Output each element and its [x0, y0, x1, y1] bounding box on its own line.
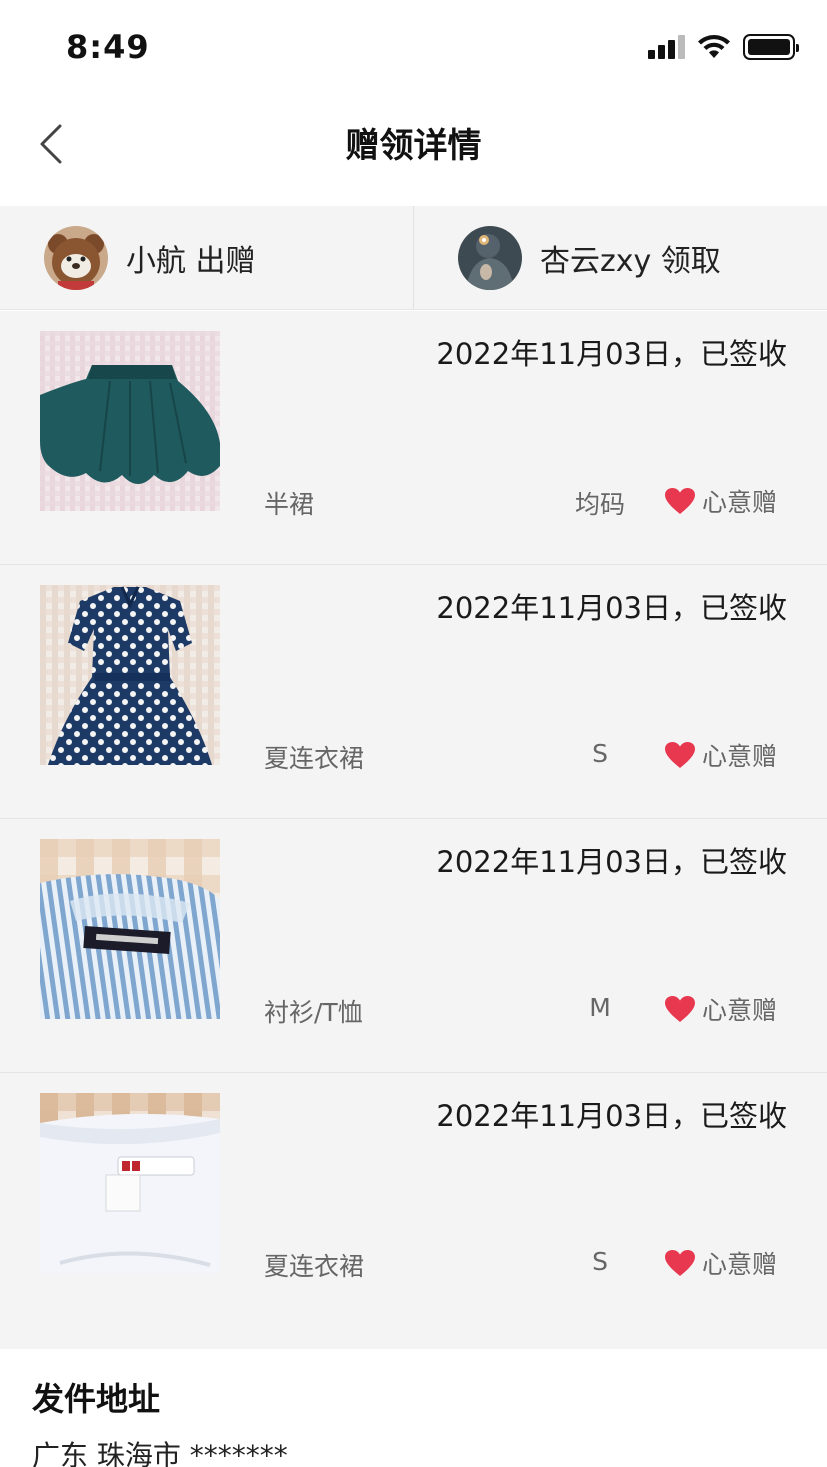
heart-icon	[665, 488, 695, 514]
gift-item[interactable]: 2022年11月03日，已签收 夏连衣裙 S 心意赠	[0, 1073, 827, 1349]
item-size: S	[592, 1247, 608, 1276]
item-size: M	[589, 993, 611, 1022]
receiver-avatar	[458, 225, 522, 290]
giver-avatar	[44, 225, 108, 290]
gift-type-badge: 心意赠	[664, 737, 777, 773]
giver-profile[interactable]: 小航 出赠	[0, 206, 413, 309]
gift-item[interactable]: 2022年11月03日，已签收 半裙 均码 心意赠	[0, 311, 827, 565]
item-photo-striped-shirt	[40, 839, 220, 1019]
battery-icon	[743, 34, 799, 60]
page-title: 赠领详情	[345, 126, 482, 166]
item-photo-polka-dress	[40, 585, 220, 765]
heart-icon	[665, 996, 695, 1022]
item-date: 2022年11月03日，已签收	[436, 591, 787, 625]
item-name: 衬衫/T恤	[264, 998, 363, 1027]
status-icons	[648, 34, 799, 60]
gift-type-label: 心意赠	[702, 742, 778, 771]
address-text: 广东 珠海市 *******	[32, 1439, 288, 1467]
gift-type-badge: 心意赠	[664, 1245, 777, 1281]
item-size: 均码	[574, 490, 625, 519]
item-photo-white-dress	[40, 1093, 220, 1273]
item-photo-skirt	[40, 331, 220, 511]
item-size: S	[592, 739, 608, 768]
item-name: 半裙	[264, 490, 315, 519]
parties-bar: 小航 出赠 杏云zxy 领取	[0, 206, 827, 310]
heart-icon	[665, 742, 695, 768]
address-title: 发件地址	[32, 1380, 161, 1418]
heart-icon	[665, 1250, 695, 1276]
gift-type-badge: 心意赠	[664, 991, 777, 1027]
item-name: 夏连衣裙	[264, 1252, 365, 1281]
gift-type-label: 心意赠	[702, 1250, 778, 1279]
receiver-profile[interactable]: 杏云zxy 领取	[413, 206, 827, 309]
item-date: 2022年11月03日，已签收	[436, 337, 787, 371]
gift-type-badge: 心意赠	[664, 483, 777, 519]
gift-type-label: 心意赠	[702, 996, 778, 1025]
gift-item-list: 2022年11月03日，已签收 半裙 均码 心意赠 2022年11月03日，已签…	[0, 311, 827, 1349]
gift-item[interactable]: 2022年11月03日，已签收 夏连衣裙 S 心意赠	[0, 565, 827, 819]
item-date: 2022年11月03日，已签收	[436, 1099, 787, 1133]
status-bar: 8:49	[0, 0, 827, 96]
status-time: 8:49	[66, 28, 150, 66]
receiver-label: 杏云zxy 领取	[540, 243, 721, 279]
nav-bar: 赠领详情	[0, 96, 827, 206]
item-name: 夏连衣裙	[264, 744, 365, 773]
gift-type-label: 心意赠	[702, 488, 778, 517]
giver-label: 小航 出赠	[126, 243, 256, 279]
item-date: 2022年11月03日，已签收	[436, 845, 787, 879]
gift-item[interactable]: 2022年11月03日，已签收 衬衫/T恤 M 心意赠	[0, 819, 827, 1073]
shipping-address-section: 发件地址 广东 珠海市 *******	[0, 1350, 827, 1467]
wifi-icon	[698, 35, 730, 58]
cellular-signal-icon	[648, 35, 685, 59]
